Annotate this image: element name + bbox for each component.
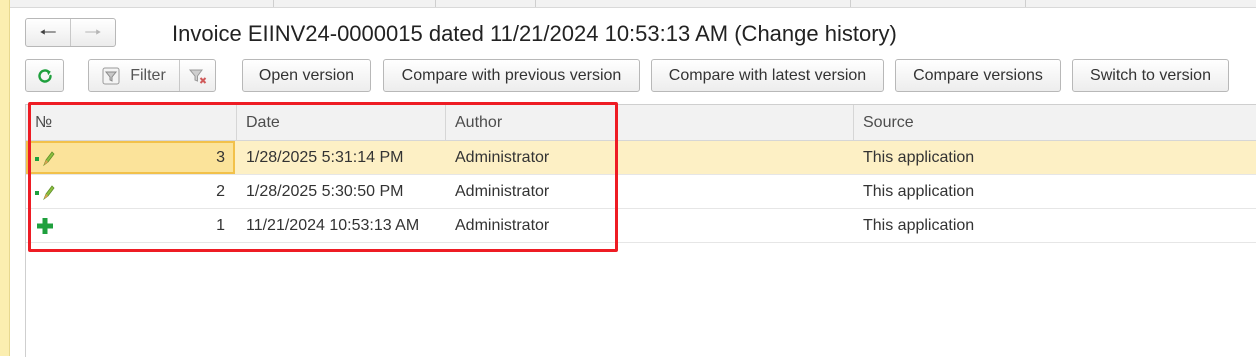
- left-panel-strip: [0, 0, 10, 356]
- cell-source: This application: [863, 217, 975, 234]
- page-title: Invoice EIINV24-0000015 dated 11/21/2024…: [172, 21, 897, 46]
- refresh-button[interactable]: [25, 59, 64, 92]
- cell-source: This application: [863, 149, 975, 166]
- forward-button[interactable]: 🠒: [71, 19, 115, 46]
- compare-with-previous-button[interactable]: Compare with previous version: [383, 59, 640, 92]
- compare-versions-button[interactable]: Compare versions: [895, 59, 1061, 92]
- cell-source: This application: [863, 183, 975, 200]
- top-tab-strip: [10, 0, 1256, 8]
- clear-filter-icon: [188, 69, 206, 84]
- filter-icon: [102, 67, 120, 84]
- open-version-button[interactable]: Open version: [242, 59, 371, 92]
- filter-label: Filter: [130, 66, 166, 84]
- filter-control: Filter: [88, 59, 216, 92]
- arrow-right-icon: 🠒: [84, 21, 102, 44]
- filter-button[interactable]: Filter: [89, 60, 180, 91]
- history-navigation: 🠐 🠒: [25, 18, 116, 47]
- compare-with-latest-button[interactable]: Compare with latest version: [651, 59, 884, 92]
- arrow-left-icon: 🠐: [39, 21, 57, 44]
- clear-filter-button[interactable]: [180, 60, 215, 91]
- switch-to-version-button[interactable]: Switch to version: [1072, 59, 1229, 92]
- column-header-source[interactable]: Source: [854, 105, 1256, 140]
- back-button[interactable]: 🠐: [26, 19, 71, 46]
- highlight-annotation: [28, 102, 618, 252]
- refresh-icon: [37, 68, 52, 83]
